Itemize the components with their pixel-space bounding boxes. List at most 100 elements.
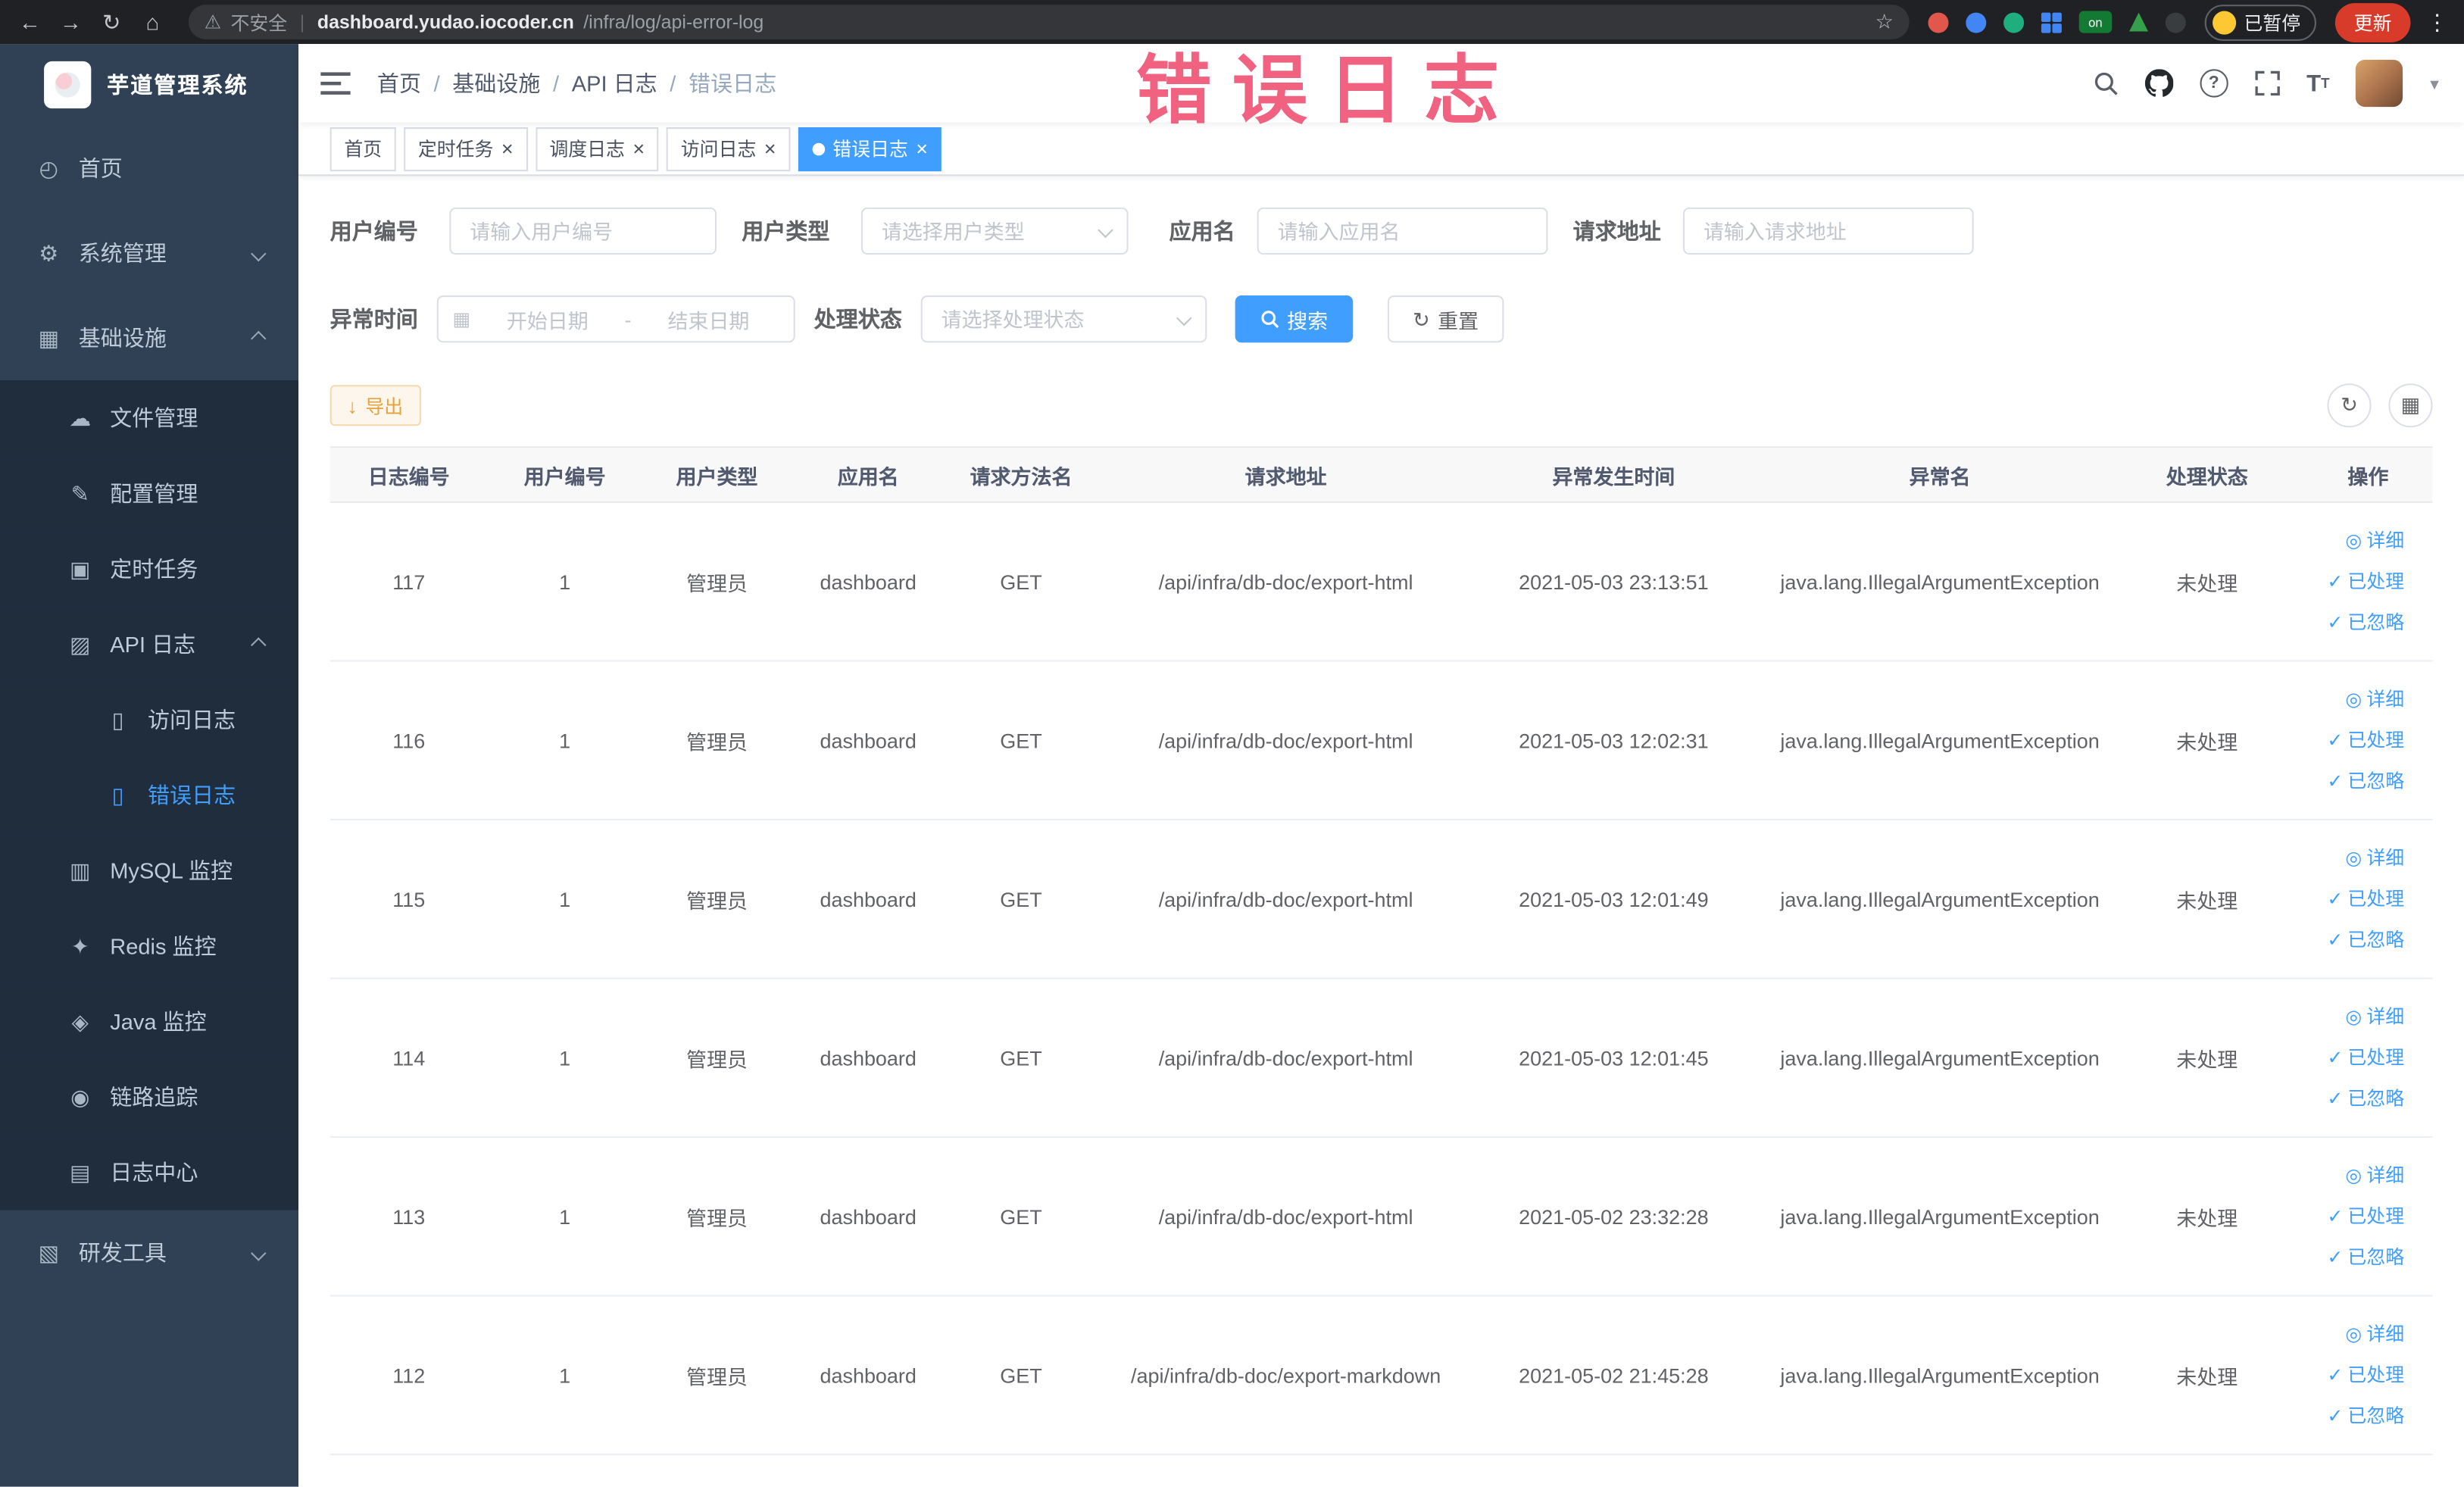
paused-label: 已暂停 <box>2244 11 2301 34</box>
column-settings-button[interactable]: ▦ <box>2388 383 2433 428</box>
processed-link[interactable]: ✓ 已处理 <box>2294 1037 2404 1078</box>
close-icon[interactable]: × <box>764 139 776 159</box>
sidebar-item-redis-monitor[interactable]: ✦ Redis 监控 <box>0 908 299 984</box>
sidebar-item-tracing[interactable]: ◉ 链路追踪 <box>0 1059 299 1135</box>
ignored-link[interactable]: ✓ 已忽略 <box>2294 1078 2404 1119</box>
sidebar-item-log-center[interactable]: ▤ 日志中心 <box>0 1134 299 1211</box>
browser-menu-icon[interactable]: ⋮ <box>2423 8 2451 35</box>
breadcrumb-api-logs[interactable]: API 日志 <box>572 67 657 98</box>
security-label[interactable]: 不安全 <box>230 8 287 35</box>
search-button[interactable]: 搜索 <box>1235 295 1354 343</box>
tab-schedule-log[interactable]: 调度日志 × <box>535 127 659 171</box>
ignored-link[interactable]: ✓ 已忽略 <box>2294 1237 2404 1278</box>
processed-link[interactable]: ✓ 已处理 <box>2294 879 2404 920</box>
sidebar-item-scheduled-jobs[interactable]: ▣ 定时任务 <box>0 531 299 607</box>
address-bar[interactable]: ⚠ 不安全 | dashboard.yudao.iocoder.cn /infr… <box>188 5 1910 39</box>
breadcrumb-home[interactable]: 首页 <box>377 67 421 98</box>
detail-link[interactable]: ◎ 详细 <box>2294 1155 2404 1196</box>
close-icon[interactable]: × <box>632 139 645 159</box>
breadcrumb-separator: / <box>670 70 676 96</box>
sidebar-item-error-log[interactable]: ▯ 错误日志 <box>0 757 299 833</box>
user-type-select[interactable] <box>860 207 1129 255</box>
sidebar-item-mysql-monitor[interactable]: ▥ MySQL 监控 <box>0 833 299 909</box>
sidebar-item-file-management[interactable]: ☁ 文件管理 <box>0 380 299 456</box>
github-icon[interactable] <box>2144 69 2173 98</box>
processed-link[interactable]: ✓ 已处理 <box>2294 561 2404 602</box>
extensions-area: on <box>1928 11 2186 33</box>
tab-access-log[interactable]: 访问日志 × <box>667 127 791 171</box>
detail-link[interactable]: ◎ 详细 <box>2294 1314 2404 1354</box>
app-logo[interactable]: 芋道管理系统 <box>0 44 298 126</box>
detail-link[interactable]: ◎ 详细 <box>2294 838 2404 879</box>
process-status-select-input[interactable] <box>920 295 1207 343</box>
sidebar-item-infrastructure[interactable]: ▦ 基础设施 <box>0 295 298 380</box>
chevron-down-icon[interactable]: ▾ <box>2430 73 2438 94</box>
sidebar-item-java-monitor[interactable]: ◈ Java 监控 <box>0 983 299 1060</box>
extension-teal-icon[interactable] <box>2003 11 2025 33</box>
url-path: /infra/log/api-error-log <box>583 11 764 33</box>
table-row: 117 1 管理员 dashboard GET /api/infra/db-do… <box>329 501 2433 662</box>
check-icon: ✓ <box>2327 1404 2344 1427</box>
paused-chip[interactable]: 已暂停 <box>2204 4 2316 40</box>
processed-label: 已处理 <box>2347 888 2405 911</box>
detail-link[interactable]: ◎ 详细 <box>2294 520 2404 561</box>
update-button[interactable]: 更新 <box>2334 2 2411 42</box>
processed-link[interactable]: ✓ 已处理 <box>2294 1354 2404 1395</box>
close-icon[interactable]: × <box>501 139 514 159</box>
ignored-label: 已忽略 <box>2347 770 2405 792</box>
app-name-input[interactable] <box>1257 207 1548 255</box>
calendar-icon: ▦ <box>452 308 471 330</box>
bookmark-star-icon[interactable]: ☆ <box>1875 9 1894 34</box>
sidebar-item-home[interactable]: ◴ 首页 <box>0 126 298 211</box>
help-icon[interactable]: ? <box>2200 69 2228 98</box>
extension-blue-icon[interactable] <box>1966 11 1987 33</box>
table-tools: ↻ ▦ <box>2327 383 2433 428</box>
close-icon[interactable]: × <box>916 139 928 159</box>
request-url-input[interactable] <box>1682 207 1974 255</box>
tab-error-log[interactable]: 错误日志 × <box>798 127 942 171</box>
process-status-select[interactable] <box>920 295 1207 343</box>
sidebar-item-label: 基础设施 <box>78 325 167 351</box>
font-size-icon[interactable]: TT <box>2306 70 2329 97</box>
sidebar-item-label: 配置管理 <box>110 480 198 507</box>
detail-link[interactable]: ◎ 详细 <box>2294 679 2404 720</box>
export-button[interactable]: ↓ 导出 <box>329 385 420 426</box>
processed-link[interactable]: ✓ 已处理 <box>2294 720 2404 761</box>
extension-paw-icon[interactable] <box>2165 11 2186 33</box>
avatar[interactable] <box>2356 60 2404 108</box>
tab-scheduled-jobs[interactable]: 定时任务 × <box>404 127 528 171</box>
search-icon[interactable] <box>2093 71 2118 96</box>
ignored-link[interactable]: ✓ 已忽略 <box>2294 1395 2404 1436</box>
extension-grid-icon[interactable] <box>2041 11 2062 33</box>
home-icon[interactable]: ⌂ <box>135 9 170 34</box>
ignored-link[interactable]: ✓ 已忽略 <box>2294 761 2404 801</box>
detail-link[interactable]: ◎ 详细 <box>2294 996 2404 1037</box>
cell-log-id: 117 <box>329 501 488 662</box>
back-icon[interactable]: ← <box>13 9 48 34</box>
sidebar-item-system[interactable]: ⚙ 系统管理 <box>0 211 298 295</box>
sidebar-item-access-log[interactable]: ▯ 访问日志 <box>0 682 299 758</box>
user-id-input[interactable] <box>449 207 717 255</box>
cell-user-type: 管理员 <box>642 661 792 820</box>
user-type-select-input[interactable] <box>860 207 1129 255</box>
extension-red-icon[interactable] <box>1928 11 1949 33</box>
hamburger-icon[interactable] <box>320 71 351 96</box>
ignored-link[interactable]: ✓ 已忽略 <box>2294 602 2404 643</box>
exception-time-range[interactable]: ▦ 开始日期 - 结束日期 <box>436 295 795 343</box>
extension-tree-icon[interactable] <box>2129 12 2148 32</box>
sidebar-item-dev-tools[interactable]: ▧ 研发工具 <box>0 1210 298 1295</box>
forward-icon[interactable]: → <box>54 9 89 34</box>
sidebar-item-config-management[interactable]: ✎ 配置管理 <box>0 455 299 532</box>
breadcrumb-infrastructure[interactable]: 基础设施 <box>452 67 540 98</box>
database-icon: ▥ <box>70 857 91 883</box>
reset-button[interactable]: ↻ 重置 <box>1387 295 1504 343</box>
ignored-link[interactable]: ✓ 已忽略 <box>2294 920 2404 961</box>
tab-home[interactable]: 首页 <box>329 127 396 171</box>
extension-on-icon[interactable]: on <box>2078 11 2113 33</box>
refresh-table-button[interactable]: ↻ <box>2327 383 2372 428</box>
cell-method: GET <box>945 1136 1098 1297</box>
reload-icon[interactable]: ↻ <box>94 8 129 35</box>
fullscreen-icon[interactable] <box>2255 70 2280 96</box>
sidebar-item-api-logs[interactable]: ▨ API 日志 <box>0 606 299 683</box>
processed-link[interactable]: ✓ 已处理 <box>2294 1196 2404 1237</box>
